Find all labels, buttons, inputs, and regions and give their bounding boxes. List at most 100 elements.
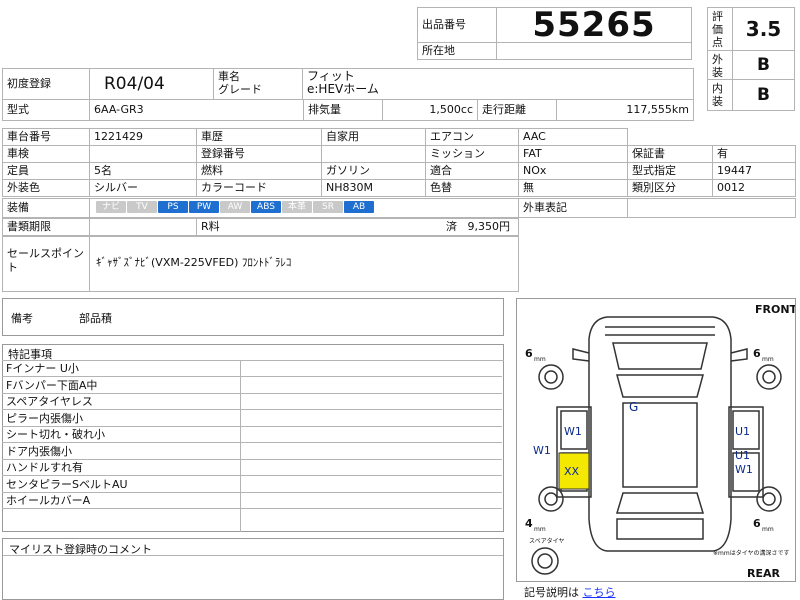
special-note-item: Fインナー U小: [2, 361, 240, 377]
history-label: 車歴: [196, 128, 322, 146]
tire-unit-fr: mm: [762, 356, 774, 363]
inspection-label: 車検: [2, 145, 90, 163]
first-registration: R04/04: [89, 68, 214, 100]
model-code: 6AA-GR3: [89, 99, 304, 121]
special-note-detail: [240, 411, 502, 427]
spare-label: スペアタイヤ: [529, 537, 564, 545]
equipment-badge: AB: [344, 201, 374, 213]
legend: 記号説明は こちら: [524, 584, 616, 600]
special-note-detail: [240, 493, 502, 509]
fuel: ガソリン: [321, 162, 426, 180]
warranty-label: 保証書: [627, 145, 713, 163]
recycle-label: R料: [201, 220, 220, 233]
name-grade-value: フィット e:HEVホーム: [302, 68, 694, 100]
remarks-box: 備考 部品積: [2, 298, 504, 336]
equipment-badge: TV: [127, 201, 157, 213]
type-designation-label: 型式指定: [627, 162, 713, 180]
mark-right-rear-door-1: U1: [735, 449, 750, 462]
sales-point-label: セールスポイント: [2, 236, 90, 292]
car-diagram: FRONT REAR 6 mm 6 mm 4 mm 6 mm スペアタイヤ ※m…: [525, 303, 798, 580]
lot-number: 55265: [496, 7, 692, 43]
docs-label: 書類期限: [2, 218, 90, 236]
color-code: NH830M: [321, 179, 426, 197]
recycle-amount: 9,350円: [467, 220, 511, 233]
special-note-detail: [240, 460, 502, 476]
transmission: FAT: [518, 145, 628, 163]
mark-left-side: W1: [533, 444, 551, 457]
capacity-label: 定員: [2, 162, 90, 180]
tire-depth-fl: 6: [525, 347, 533, 360]
equipment-badge: ナビ: [96, 201, 126, 213]
mark-right-rear-door-2: W1: [735, 463, 753, 476]
special-note-item: スペアタイヤレス: [2, 394, 240, 410]
model-label: 型式: [2, 99, 90, 121]
front-label: FRONT: [755, 303, 795, 316]
exterior-label: 外装: [707, 50, 733, 80]
interior-grade: B: [732, 79, 795, 111]
color-change-label: 色替: [425, 179, 519, 197]
score-label: 評価点: [707, 7, 733, 51]
special-note-item: シート切れ・破れ小: [2, 427, 240, 443]
comment-box: マイリスト登録時のコメント: [2, 538, 504, 600]
transmission-label: ミッション: [425, 145, 519, 163]
ac-label: エアコン: [425, 128, 519, 146]
special-note-detail: [240, 444, 502, 460]
equipment-badge: AW: [220, 201, 250, 213]
sales-point-text: ｷﾞｬｻﾞｽﾞﾅﾋﾞ(VXM-225VFED) ﾌﾛﾝﾄﾄﾞﾗﾚｺ: [89, 236, 519, 292]
capacity: 5名: [89, 162, 197, 180]
tire-depth-rr: 6: [753, 517, 761, 530]
recycle-status: 済: [446, 220, 457, 233]
mark-left-rear-door: XX: [564, 465, 580, 478]
fuel-label: 燃料: [196, 162, 322, 180]
tire-note: ※mmはタイヤの溝深さです: [713, 549, 790, 557]
equipment-badge: 本革: [282, 201, 312, 213]
warranty: 有: [712, 145, 796, 163]
tire-unit-rl: mm: [534, 526, 546, 533]
chassis-label: 車台番号: [2, 128, 90, 146]
foreign-value: [627, 198, 796, 218]
equipment-badge: ABS: [251, 201, 281, 213]
history: 自家用: [321, 128, 426, 146]
mileage: 117,555km: [556, 99, 694, 121]
legend-link[interactable]: こちら: [583, 586, 616, 599]
color-change: 無: [518, 179, 628, 197]
special-note-detail: [240, 477, 502, 493]
foreign-label: 外車表記: [518, 198, 628, 218]
displacement-label: 排気量: [303, 99, 383, 121]
special-note-detail: [240, 378, 502, 394]
equipment-list: ナビ TV PS PW AW ABS 本革 SR AB: [89, 198, 519, 218]
compliance-label: 適合: [425, 162, 519, 180]
equipment-badge: PS: [158, 201, 188, 213]
remarks-text: 部品積: [79, 312, 112, 325]
rear-label: REAR: [747, 567, 780, 580]
compliance: NOx: [518, 162, 628, 180]
tire-unit-fl: mm: [534, 356, 546, 363]
overall-score: 3.5: [732, 7, 795, 51]
grade-label: グレード: [218, 83, 262, 96]
displacement: 1,500cc: [382, 99, 478, 121]
color-code-label: カラーコード: [196, 179, 322, 197]
equipment-badge: PW: [189, 201, 219, 213]
grade: e:HEVホーム: [307, 82, 379, 96]
special-note-item: センタピラーSベルトAU: [2, 477, 240, 493]
ac-value: AAC: [518, 128, 628, 146]
interior-label: 内装: [707, 79, 733, 111]
chassis-number: 1221429: [89, 128, 197, 146]
special-note-item: ピラー内張傷小: [2, 411, 240, 427]
special-note-item: ホイールカバーA: [2, 493, 240, 509]
plate: [321, 145, 426, 163]
equipment-label: 装備: [2, 198, 90, 218]
ext-color: シルバー: [89, 179, 197, 197]
remarks-label: 備考: [11, 312, 33, 325]
mark-left-front-door: W1: [564, 425, 582, 438]
mark-roof: G: [629, 400, 638, 414]
recycle-row: R料 済 9,350円: [196, 218, 519, 236]
class-code: 0012: [712, 179, 796, 197]
special-note-detail: [240, 394, 502, 410]
special-note-detail: [240, 361, 502, 377]
equipment-badge: SR: [313, 201, 343, 213]
tire-depth-fr: 6: [753, 347, 761, 360]
tire-depth-rl: 4: [525, 517, 533, 530]
docs-deadline: [89, 218, 197, 236]
legend-label: 記号説明は: [524, 586, 579, 599]
